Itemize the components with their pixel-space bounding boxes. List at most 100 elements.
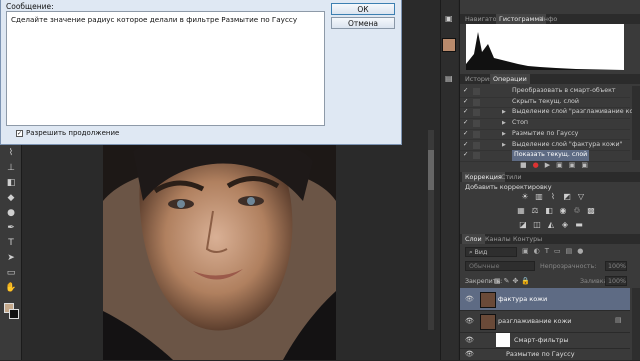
expand-triangle-icon[interactable]: ▶ [502, 107, 506, 118]
pen-icon[interactable]: ✒ [3, 221, 19, 235]
gradient-map-icon[interactable]: ▬ [574, 220, 584, 230]
action-label: Выделение слой "разглаживание кожи" [512, 108, 640, 116]
actions-tabbar: История Операции [460, 74, 640, 84]
opacity-label: Непрозрачность: [540, 263, 597, 270]
paint-bucket-icon[interactable]: ◆ [3, 191, 19, 205]
expand-triangle-icon[interactable]: ▶ [502, 129, 506, 140]
dialog-toggle-box[interactable] [473, 120, 480, 128]
right-panels: Навигатор Гистограмма Инфо История Опера… [459, 0, 640, 361]
message-textarea[interactable]: Сделайте значение радиус которое делали … [6, 11, 325, 126]
portrait-photo [103, 141, 336, 360]
layer-thumbnail [480, 314, 496, 330]
opacity-input[interactable]: 100% [605, 261, 627, 271]
path-selection-icon[interactable]: ➤ [3, 251, 19, 265]
action-toggle-check-icon[interactable]: ✓ [463, 97, 468, 108]
type-icon[interactable]: T [3, 236, 19, 250]
collapsed-panels-column: ▣ ▤ [440, 0, 458, 360]
brightness-icon[interactable]: ☀ [520, 192, 530, 202]
history-icon[interactable]: ▤ [445, 74, 453, 83]
channel-mixer-icon[interactable]: ♲ [572, 206, 582, 216]
navigator-tabbar: Навигатор Гистограмма Инфо [460, 14, 640, 24]
vibrance-icon[interactable]: ▽ [576, 192, 586, 202]
cancel-button[interactable]: Отмена [331, 17, 395, 29]
action-item[interactable]: ✓ Показать текущ. слой [460, 150, 630, 162]
lock-icons[interactable]: ▦✎✥🔒 [494, 277, 534, 287]
eye-icon[interactable]: 👁 [465, 336, 474, 344]
dialog-toggle-box[interactable] [473, 130, 480, 138]
panel-icon[interactable]: ▣ [445, 14, 453, 23]
tab-styles[interactable]: Стили [498, 172, 525, 182]
message-dialog: Сообщение: Сделайте значение радиус кото… [0, 0, 402, 145]
action-toggle-check-icon[interactable]: ✓ [463, 118, 468, 129]
expand-triangle-icon[interactable]: ▶ [502, 140, 506, 151]
brush-icon[interactable]: ⌇ [3, 146, 19, 160]
tab-channels[interactable]: Каналы [482, 234, 514, 244]
histogram-graph [466, 24, 624, 70]
eye-icon[interactable]: 👁 [465, 295, 474, 303]
photo-filter-icon[interactable]: ◉ [558, 206, 568, 216]
levels-icon[interactable]: ▥ [534, 192, 544, 202]
tab-paths[interactable]: Контуры [510, 234, 545, 244]
actions-scrollbar[interactable] [632, 86, 640, 160]
color-lookup-icon[interactable]: ▩ [586, 206, 596, 216]
smart-object-icon: ▤ [615, 316, 622, 324]
layer-row[interactable]: 👁 разглаживание кожи ▤ [460, 310, 630, 333]
expand-triangle-icon[interactable]: ▶ [502, 118, 506, 129]
exposure-icon[interactable]: ◩ [562, 192, 572, 202]
message-text: Сделайте значение радиус которое делали … [11, 15, 298, 24]
stamp-icon[interactable]: ⊥ [3, 161, 19, 175]
hue-saturation-icon[interactable]: ▦ [516, 206, 526, 216]
actions-controls[interactable]: ■●▶▣▣▣ [520, 161, 630, 170]
layer-name: фактура кожи [498, 295, 548, 303]
message-label: Сообщение: [6, 2, 54, 11]
fill-input[interactable]: 100% [605, 276, 627, 286]
eye-icon[interactable]: 👁 [465, 317, 474, 325]
dodge-icon[interactable]: ● [3, 206, 19, 220]
black-white-icon[interactable]: ◧ [544, 206, 554, 216]
action-label: Размытие по Гауссу [512, 129, 579, 137]
dialog-toggle-box[interactable] [473, 98, 480, 106]
action-toggle-check-icon[interactable]: ✓ [463, 107, 468, 118]
dialog-toggle-box[interactable] [473, 141, 480, 149]
filter-mask-thumbnail [496, 333, 510, 347]
tab-info[interactable]: Инфо [536, 14, 560, 24]
eraser-icon[interactable]: ◧ [3, 176, 19, 190]
histogram-plot [466, 32, 624, 70]
layers-tabbar: Слои Каналы Контуры [460, 234, 640, 244]
shape-icon[interactable]: ▭ [3, 266, 19, 280]
tab-actions[interactable]: Операции [490, 74, 530, 84]
ok-button[interactable]: ОК [331, 3, 395, 15]
action-label: Выделение слой "фактура кожи" [512, 140, 623, 148]
hand-icon[interactable]: ✋ [3, 281, 19, 295]
canvas-scrollbar-thumb[interactable] [428, 150, 434, 190]
smart-filters-row[interactable]: 👁 Смарт-фильтры [460, 332, 630, 349]
eye-icon[interactable]: 👁 [465, 350, 474, 358]
dialog-toggle-box[interactable] [473, 152, 480, 160]
action-toggle-check-icon[interactable]: ✓ [463, 86, 468, 97]
brush-preset-thumbnail[interactable] [442, 38, 456, 52]
action-toggle-check-icon[interactable]: ✓ [463, 129, 468, 140]
curves-icon[interactable]: ⌇ [548, 192, 558, 202]
color-balance-icon[interactable]: ⚖ [530, 206, 540, 216]
invert-icon[interactable]: ◪ [518, 220, 528, 230]
blend-mode-value: Обычные [469, 263, 500, 270]
blend-mode-select[interactable]: Обычные [465, 261, 535, 271]
dialog-toggle-box[interactable] [473, 109, 480, 117]
filter-row[interactable]: 👁 Размытие по Гауссу [460, 348, 630, 361]
background-color-swatch[interactable] [9, 309, 19, 319]
allow-continue-label: Разрешить продолжение [26, 129, 120, 137]
dialog-toggle-box[interactable] [473, 88, 480, 95]
layer-row[interactable]: 👁 фактура кожи [460, 288, 630, 311]
add-adjustment-title: Добавить корректировку [465, 183, 552, 191]
threshold-icon[interactable]: ◭ [546, 220, 556, 230]
layers-filter-select[interactable]: ⌕ Вид [465, 247, 517, 257]
layers-filter-icons[interactable]: ▣◐T▭▤● [522, 247, 632, 257]
action-label: Скрыть текущ. слой [512, 97, 579, 105]
action-toggle-check-icon[interactable]: ✓ [463, 140, 468, 151]
layers-scrollbar[interactable] [632, 288, 640, 360]
action-toggle-check-icon[interactable]: ✓ [463, 150, 468, 161]
posterize-icon[interactable]: ◫ [532, 220, 542, 230]
layer-thumbnail [480, 292, 496, 308]
selective-color-icon[interactable]: ◈ [560, 220, 570, 230]
allow-continue-checkbox[interactable]: ✓ [16, 130, 23, 137]
